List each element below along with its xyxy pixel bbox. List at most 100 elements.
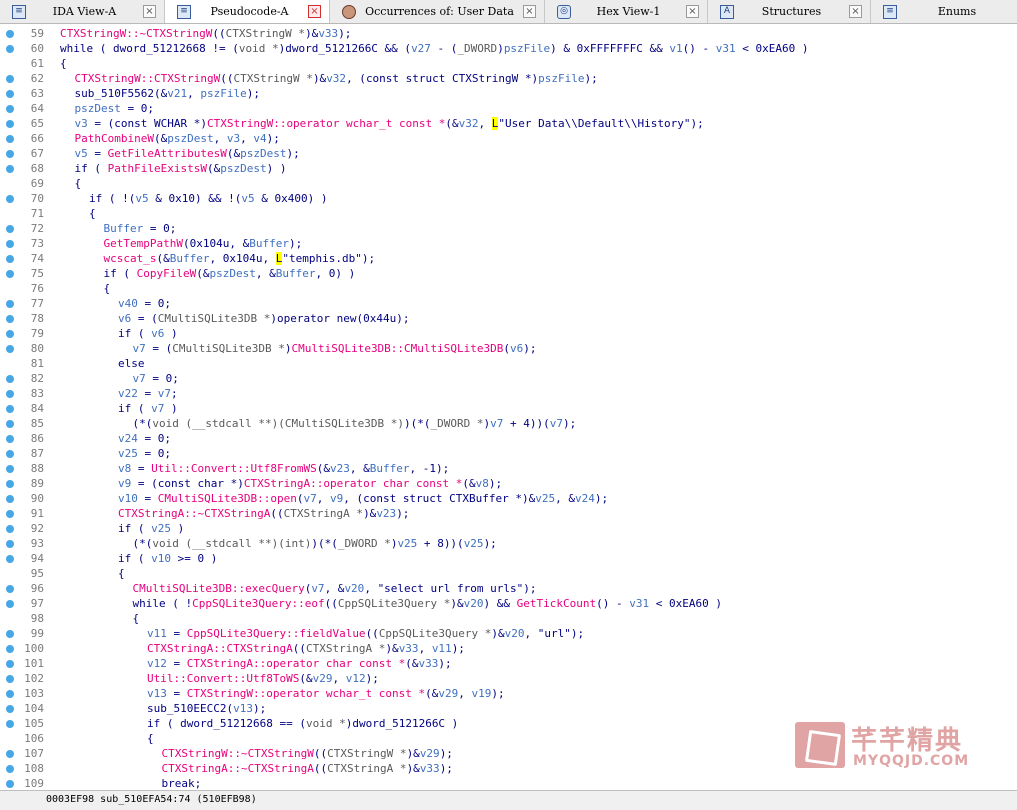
tab-structures[interactable]: A Structures × xyxy=(708,0,871,23)
close-icon[interactable]: × xyxy=(308,5,321,18)
code-text[interactable]: CTXStringW::CTXStringW((CTXStringW *)&v3… xyxy=(75,71,598,86)
code-line[interactable]: 90 v10 = CMultiSQLite3DB::open(v7, v9, (c… xyxy=(0,491,1017,506)
breakpoint-dot-icon[interactable] xyxy=(6,555,14,563)
code-line[interactable]: 109 break; xyxy=(0,776,1017,790)
code-line[interactable]: 86 v24 = 0; xyxy=(0,431,1017,446)
code-text[interactable]: v6 = (CMultiSQLite3DB *)operator new(0x4… xyxy=(118,311,409,326)
code-text[interactable]: Buffer = 0; xyxy=(104,221,177,236)
breakpoint-dot-icon[interactable] xyxy=(6,720,14,728)
code-text[interactable]: v13 = CTXStringW::operator wchar_t const… xyxy=(147,686,505,701)
code-text[interactable]: CTXStringA::CTXStringA((CTXStringA *)&v3… xyxy=(147,641,465,656)
code-text[interactable]: v7 = (CMultiSQLite3DB *)CMultiSQLite3DB:… xyxy=(133,341,537,356)
code-text[interactable]: if ( v10 >= 0 ) xyxy=(118,551,217,566)
breakpoint-dot-icon[interactable] xyxy=(6,660,14,668)
code-text[interactable]: v12 = CTXStringA::operator char const *(… xyxy=(147,656,452,671)
breakpoint-dot-icon[interactable] xyxy=(6,390,14,398)
code-line[interactable]: 97 while ( !CppSQLite3Query::eof((CppSQLi… xyxy=(0,596,1017,611)
code-line[interactable]: 99 v11 = CppSQLite3Query::fieldValue((Cpp… xyxy=(0,626,1017,641)
code-text[interactable]: if ( v7 ) xyxy=(118,401,178,416)
code-line[interactable]: 96 CMultiSQLite3DB::execQuery(v7, &v20, "… xyxy=(0,581,1017,596)
breakpoint-dot-icon[interactable] xyxy=(6,45,14,53)
breakpoint-dot-icon[interactable] xyxy=(6,465,14,473)
code-text[interactable]: while ( !CppSQLite3Query::eof((CppSQLite… xyxy=(133,596,723,611)
breakpoint-dot-icon[interactable] xyxy=(6,645,14,653)
code-line[interactable]: 77 v40 = 0; xyxy=(0,296,1017,311)
breakpoint-dot-icon[interactable] xyxy=(6,315,14,323)
code-text[interactable]: (*(void (__stdcall **)(int))(*(_DWORD *)… xyxy=(133,536,497,551)
code-line[interactable]: 103 v13 = CTXStringW::operator wchar_t co… xyxy=(0,686,1017,701)
code-line[interactable]: 75 if ( CopyFileW(&pszDest, &Buffer, 0) ) xyxy=(0,266,1017,281)
breakpoint-dot-icon[interactable] xyxy=(6,375,14,383)
code-text[interactable]: sub_510F5562(&v21, pszFile); xyxy=(75,86,260,101)
code-line[interactable]: 89 v9 = (const char *)CTXStringA::operato… xyxy=(0,476,1017,491)
code-line[interactable]: 70 if ( !(v5 & 0x10) && !(v5 & 0x400) ) xyxy=(0,191,1017,206)
breakpoint-dot-icon[interactable] xyxy=(6,105,14,113)
breakpoint-dot-icon[interactable] xyxy=(6,345,14,353)
code-text[interactable]: if ( dword_51212668 == (void *)dword_512… xyxy=(147,716,458,731)
breakpoint-dot-icon[interactable] xyxy=(6,585,14,593)
breakpoint-dot-icon[interactable] xyxy=(6,495,14,503)
code-text[interactable]: if ( v25 ) xyxy=(118,521,184,536)
code-line[interactable]: 83 v22 = v7; xyxy=(0,386,1017,401)
code-line[interactable]: 61 { xyxy=(0,56,1017,71)
code-text[interactable]: v24 = 0; xyxy=(118,431,171,446)
code-text[interactable]: if ( PathFileExistsW(&pszDest) ) xyxy=(75,161,287,176)
breakpoint-dot-icon[interactable] xyxy=(6,165,14,173)
breakpoint-dot-icon[interactable] xyxy=(6,405,14,413)
code-text[interactable]: GetTempPathW(0x104u, &Buffer); xyxy=(104,236,303,251)
code-text[interactable]: v11 = CppSQLite3Query::fieldValue((CppSQ… xyxy=(147,626,584,641)
code-line[interactable]: 80 v7 = (CMultiSQLite3DB *)CMultiSQLite3D… xyxy=(0,341,1017,356)
close-icon[interactable]: × xyxy=(143,5,156,18)
code-line[interactable]: 98 { xyxy=(0,611,1017,626)
breakpoint-dot-icon[interactable] xyxy=(6,420,14,428)
code-line[interactable]: 76 { xyxy=(0,281,1017,296)
tab-occurrences-user-data[interactable]: Occurrences of: User Data × xyxy=(330,0,545,23)
breakpoint-dot-icon[interactable] xyxy=(6,480,14,488)
breakpoint-dot-icon[interactable] xyxy=(6,90,14,98)
code-text[interactable]: CTXStringW::~CTXStringW((CTXStringW *)&v… xyxy=(60,26,351,41)
code-text[interactable]: { xyxy=(89,206,96,221)
breakpoint-dot-icon[interactable] xyxy=(6,225,14,233)
code-line[interactable]: 84 if ( v7 ) xyxy=(0,401,1017,416)
code-line[interactable]: 88 v8 = Util::Convert::Utf8FromWS(&v23, &… xyxy=(0,461,1017,476)
breakpoint-dot-icon[interactable] xyxy=(6,690,14,698)
code-text[interactable]: CTXStringA::~CTXStringA((CTXStringA *)&v… xyxy=(162,761,453,776)
code-line[interactable]: 63 sub_510F5562(&v21, pszFile); xyxy=(0,86,1017,101)
code-text[interactable]: v22 = v7; xyxy=(118,386,178,401)
breakpoint-dot-icon[interactable] xyxy=(6,765,14,773)
tab-enums[interactable]: ≡ Enums xyxy=(871,0,1017,23)
code-line[interactable]: 73 GetTempPathW(0x104u, &Buffer); xyxy=(0,236,1017,251)
code-line[interactable]: 79 if ( v6 ) xyxy=(0,326,1017,341)
code-line[interactable]: 93 (*(void (__stdcall **)(int))(*(_DWORD … xyxy=(0,536,1017,551)
breakpoint-dot-icon[interactable] xyxy=(6,240,14,248)
code-line[interactable]: 95 { xyxy=(0,566,1017,581)
code-text[interactable]: CTXStringW::~CTXStringW((CTXStringW *)&v… xyxy=(162,746,453,761)
code-text[interactable]: break; xyxy=(162,776,202,790)
code-line[interactable]: 69 { xyxy=(0,176,1017,191)
breakpoint-dot-icon[interactable] xyxy=(6,255,14,263)
tab-hex-view-1[interactable]: ◎ Hex View-1 × xyxy=(545,0,708,23)
code-line[interactable]: 94 if ( v10 >= 0 ) xyxy=(0,551,1017,566)
code-text[interactable]: v3 = (const WCHAR *)CTXStringW::operator… xyxy=(75,116,704,131)
code-text[interactable]: if ( v6 ) xyxy=(118,326,178,341)
breakpoint-dot-icon[interactable] xyxy=(6,630,14,638)
code-text[interactable]: { xyxy=(104,281,111,296)
breakpoint-dot-icon[interactable] xyxy=(6,435,14,443)
code-text[interactable]: sub_510EECC2(v13); xyxy=(147,701,266,716)
close-icon[interactable]: × xyxy=(849,5,862,18)
breakpoint-dot-icon[interactable] xyxy=(6,780,14,788)
code-text[interactable]: PathCombineW(&pszDest, v3, v4); xyxy=(75,131,280,146)
code-text[interactable]: if ( CopyFileW(&pszDest, &Buffer, 0) ) xyxy=(104,266,356,281)
code-line[interactable]: 68 if ( PathFileExistsW(&pszDest) ) xyxy=(0,161,1017,176)
close-icon[interactable]: × xyxy=(686,5,699,18)
breakpoint-dot-icon[interactable] xyxy=(6,195,14,203)
code-line[interactable]: 100 CTXStringA::CTXStringA((CTXStringA *)… xyxy=(0,641,1017,656)
code-text[interactable]: { xyxy=(60,56,67,71)
breakpoint-dot-icon[interactable] xyxy=(6,135,14,143)
code-text[interactable]: v40 = 0; xyxy=(118,296,171,311)
code-line[interactable]: 62 CTXStringW::CTXStringW((CTXStringW *)&… xyxy=(0,71,1017,86)
code-line[interactable]: 67 v5 = GetFileAttributesW(&pszDest); xyxy=(0,146,1017,161)
code-line[interactable]: 101 v12 = CTXStringA::operator char const… xyxy=(0,656,1017,671)
breakpoint-dot-icon[interactable] xyxy=(6,30,14,38)
code-line[interactable]: 91 CTXStringA::~CTXStringA((CTXStringA *)… xyxy=(0,506,1017,521)
